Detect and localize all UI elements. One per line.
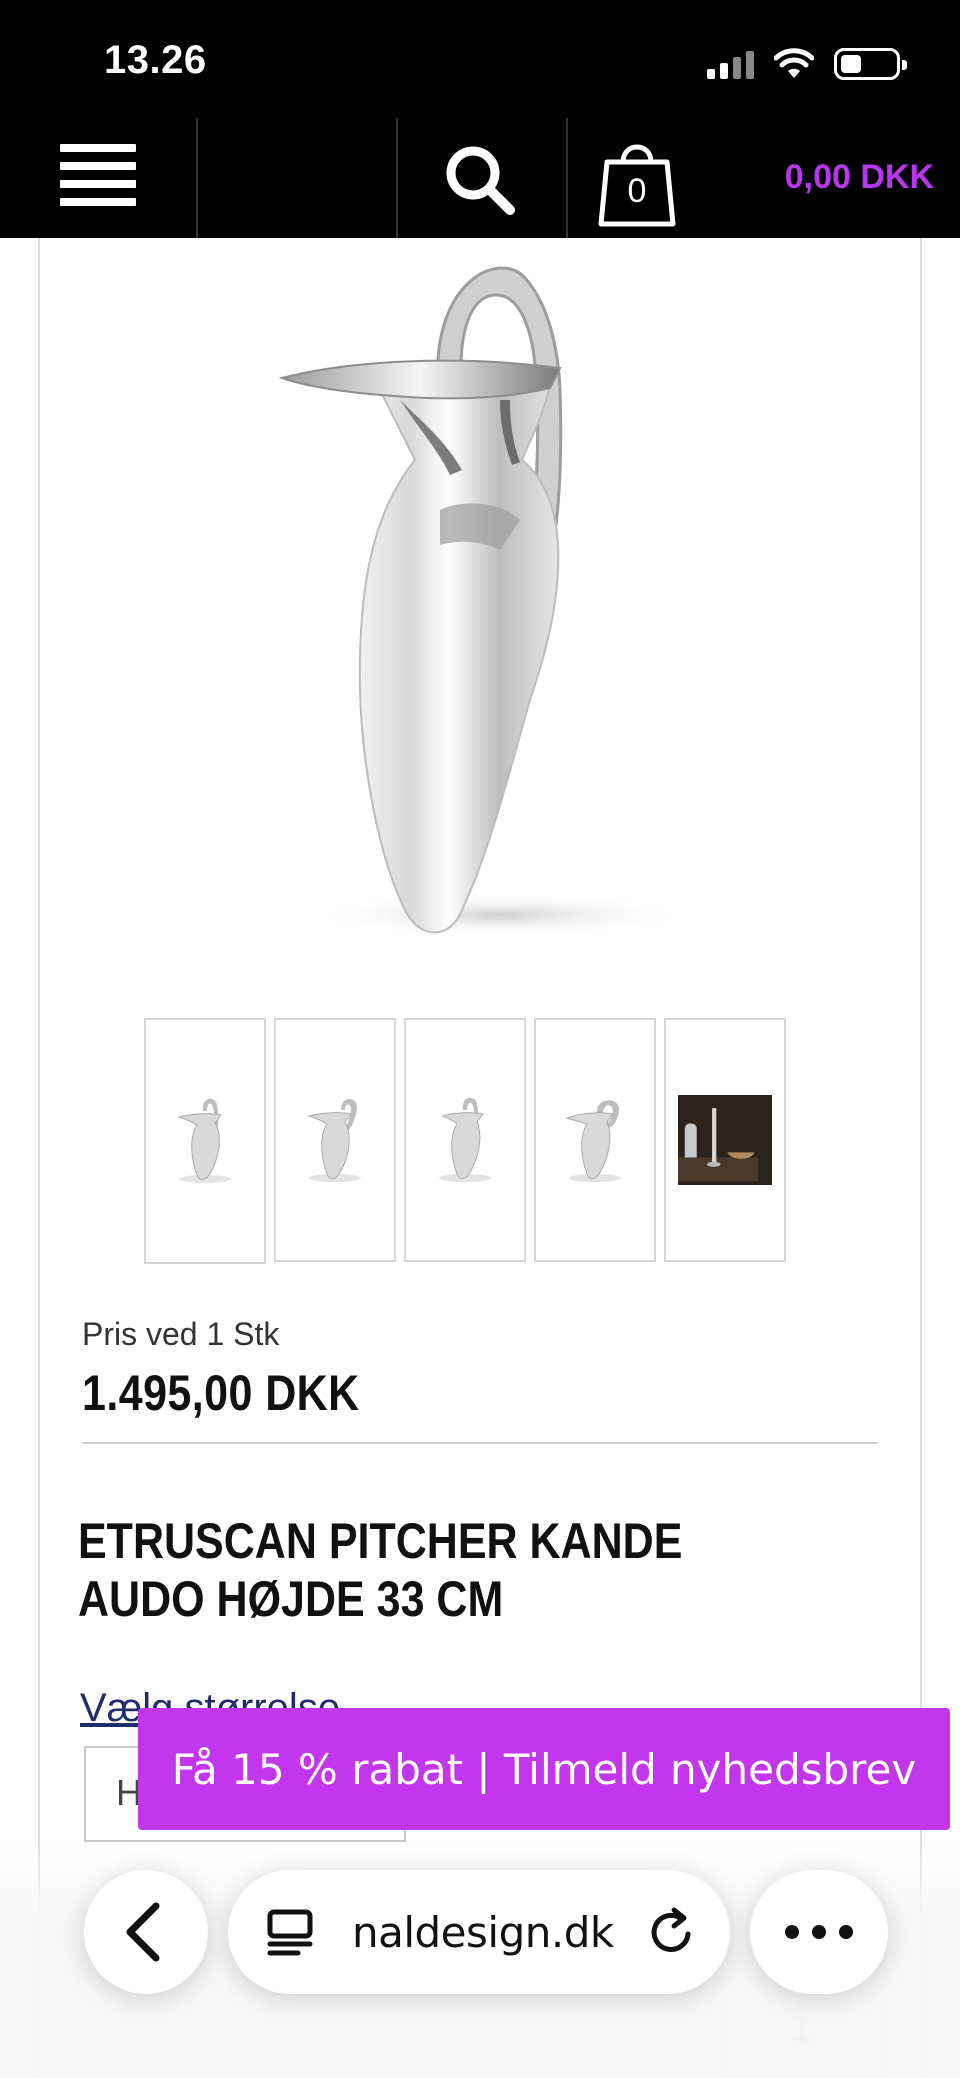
lifestyle-thumb-image — [678, 1095, 772, 1185]
menu-button[interactable] — [60, 144, 136, 206]
header-divider — [396, 118, 398, 238]
address-bar[interactable]: naldesign.dk — [228, 1870, 730, 1994]
search-icon — [446, 146, 515, 215]
url-text: naldesign.dk — [352, 1908, 614, 1957]
price-divider — [82, 1442, 878, 1444]
product-main-image[interactable] — [200, 250, 800, 970]
status-time: 13.26 — [104, 38, 207, 82]
battery-icon — [834, 48, 907, 80]
price-value: 1.495,00 DKK — [82, 1365, 360, 1421]
cart-total[interactable]: 0,00 DKK — [785, 158, 934, 197]
browser-back-button[interactable] — [84, 1870, 208, 1994]
cart-button[interactable]: 0 — [595, 132, 679, 230]
chevron-left-icon — [126, 1902, 160, 1962]
search-button[interactable] — [440, 140, 520, 220]
wifi-icon — [774, 48, 814, 78]
product-title: ETRUSCAN PITCHER KANDE AUDO HØJDE 33 CM — [78, 1513, 683, 1627]
newsletter-banner[interactable]: Få 15 % rabat | Tilmeld nyhedsbrev — [138, 1708, 950, 1830]
header-divider — [566, 118, 568, 238]
pitcher-thumb-icon — [177, 1098, 231, 1183]
thumbnail-3[interactable] — [404, 1018, 526, 1262]
pitcher-thumb-icon — [439, 1097, 491, 1182]
thumbnail-5[interactable] — [664, 1018, 786, 1262]
thumbnail-strip — [144, 1018, 786, 1264]
cellular-signal-icon — [707, 49, 754, 79]
thumbnail-1[interactable] — [144, 1018, 266, 1264]
more-dots-icon — [785, 1925, 853, 1939]
page-menu-icon[interactable] — [264, 1906, 316, 1958]
cart-count: 0 — [627, 172, 647, 210]
thumbnail-4[interactable] — [534, 1018, 656, 1262]
header-divider — [196, 118, 198, 238]
reload-icon[interactable] — [644, 1904, 700, 1960]
status-bar: 13.26 — [0, 0, 960, 118]
price-label: Pris ved 1 Stk — [82, 1316, 280, 1352]
browser-more-button[interactable] — [750, 1870, 888, 1994]
pitcher-thumb-icon — [565, 1100, 621, 1182]
pitcher-lifestyle-icon — [678, 1108, 758, 1182]
site-header: 0 0,00 DKK — [0, 118, 960, 238]
thumbnail-2[interactable] — [274, 1018, 396, 1262]
status-icons — [707, 44, 907, 84]
pitcher-thumb-icon — [307, 1098, 361, 1182]
